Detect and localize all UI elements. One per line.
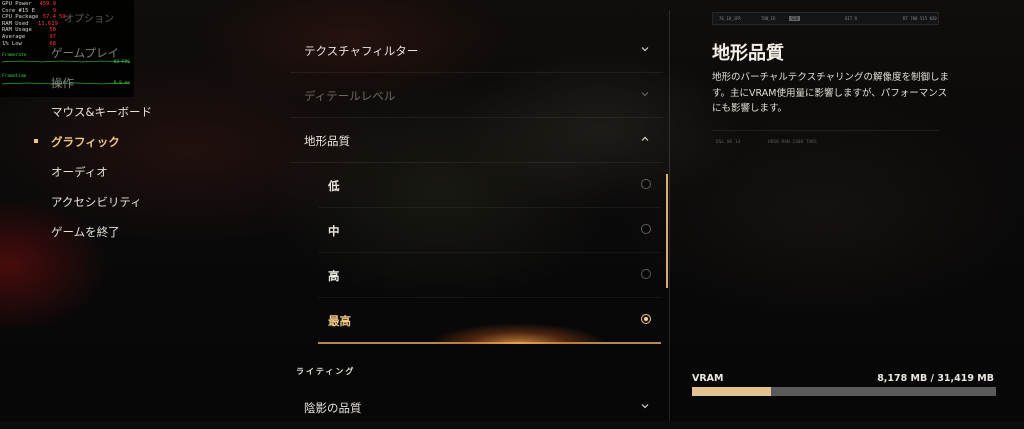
overlay-stat-value: 9 (52, 7, 56, 14)
overlay-stat-value: 50 (49, 27, 56, 34)
radio-unselected-icon[interactable] (641, 269, 651, 279)
overlay-stat-name: 1% Low (2, 40, 22, 47)
vram-usage-bar (692, 387, 996, 396)
chevron-up-icon (641, 136, 649, 141)
panel-divider (669, 10, 670, 421)
overlay-stat-name: Core #15 E (2, 7, 36, 14)
terrain-quality-option[interactable]: 高 (318, 253, 661, 298)
option-label: 中 (328, 224, 340, 238)
menu-item-controls[interactable]: 操作 (51, 75, 74, 91)
terrain-quality-option[interactable]: 低 (318, 163, 661, 208)
active-item-marker (34, 139, 38, 143)
vram-usage-fill (692, 387, 772, 396)
overlay-stat-name: CPU Package (2, 14, 39, 21)
menu-item-quit-game[interactable]: ゲームを終了 (51, 224, 120, 240)
chevron-down-icon (641, 92, 649, 97)
setting-row-0[interactable]: テクスチャフィルター (290, 28, 663, 73)
menu-title: オプション (64, 14, 114, 25)
menu-item-accessibility[interactable]: アクセシビリティ (51, 194, 142, 210)
framerate-graph-label: Framerate (2, 53, 27, 58)
frametime-graph-value: 9.8 ms (113, 81, 130, 87)
menu-item-audio[interactable]: オーディオ (51, 164, 108, 180)
option-label: 最高 (328, 314, 351, 328)
setting-label: 陰影の品質 (304, 401, 362, 415)
overlay-stat-value: 97 (49, 33, 56, 40)
overlay-stat-name: Average (2, 33, 26, 40)
menu-item-mouse-keyboard[interactable]: マウス&キーボード (51, 104, 152, 120)
scrollbar-thumb[interactable] (666, 174, 668, 288)
overlay-stat-row: RAM Usage 50 (2, 27, 132, 34)
description-body: 地形のバーチャルテクスチャリングの解像度を制御します。主にVRAM使用量に影響し… (712, 72, 950, 114)
description-title: 地形品質 (712, 43, 784, 64)
option-label: 高 (328, 269, 340, 283)
radio-selected-icon[interactable] (641, 314, 651, 324)
radio-unselected-icon[interactable] (641, 224, 651, 234)
frametime-graph-label: Frametime (2, 74, 27, 79)
setting-row-2[interactable]: 地形品質 (290, 118, 663, 163)
overlay-stat-row: GPU Power 459.9 (2, 1, 132, 8)
settings-list: テクスチャフィルター ディテールレベル 地形品質 低中高最高 ライティング 陰影の品… (290, 28, 668, 421)
chevron-down-icon (641, 404, 649, 409)
terrain-quality-option[interactable]: 中 (318, 208, 661, 253)
setting-label: ディテールレベル (304, 89, 396, 103)
preview-thumbnail: 76_18_3FR TOB_IO SDD DIT R RT 780 515 82… (712, 12, 939, 25)
option-label: 低 (328, 179, 340, 193)
section-header-lighting: ライティング (296, 367, 356, 376)
terrain-quality-option[interactable]: 最高 (318, 298, 661, 344)
overlay-stat-value: 57.4 (42, 14, 56, 21)
setting-row-shadow-quality[interactable]: 陰影の品質 (290, 385, 663, 429)
menu-item-gameplay[interactable]: ゲームプレイ (51, 45, 119, 61)
chevron-down-icon (641, 47, 649, 52)
radio-unselected-icon[interactable] (641, 179, 651, 189)
vram-label: VRAM (692, 373, 724, 384)
framerate-graph-value: 82 FPS (113, 60, 130, 66)
vram-value: 8,178 MB / 31,419 MB (877, 373, 994, 384)
overlay-stat-value: 11,619 (38, 20, 58, 27)
description-divider (712, 130, 939, 131)
overlay-stat-name: GPU Power (2, 1, 32, 7)
overlay-stat-row: Average 97 (2, 34, 132, 41)
menu-item-graphics[interactable]: グラフィック (51, 134, 120, 150)
overlay-stat-name: RAM Usage (2, 27, 32, 34)
overlay-stat-value: 459.9 (39, 1, 56, 7)
setting-label: テクスチャフィルター (304, 44, 419, 58)
setting-row-1[interactable]: ディテールレベル (290, 73, 663, 118)
overlay-stat-name: RAM Used (2, 20, 29, 27)
setting-label: 地形品質 (304, 134, 350, 148)
description-meta-right: HDSB RAN 2300 TAKS (768, 140, 817, 145)
description-meta-left: DSL 06 14 (716, 140, 741, 145)
